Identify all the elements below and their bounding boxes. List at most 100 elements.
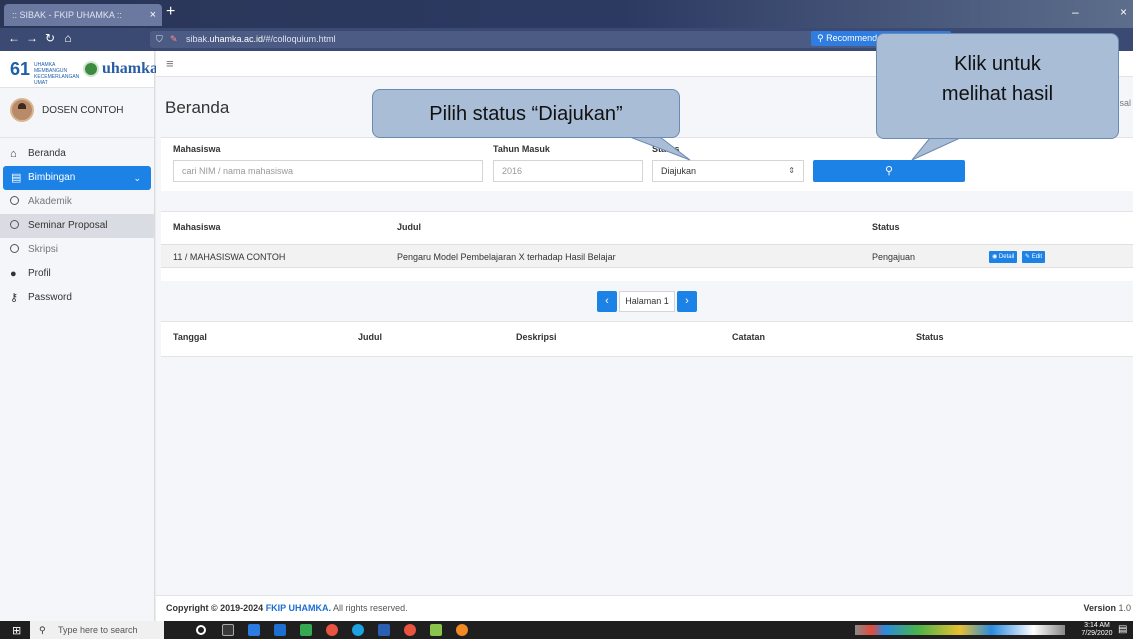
app-icon[interactable] — [430, 624, 442, 636]
forward-icon[interactable]: → — [24, 31, 40, 45]
logo-name: uhamka — [102, 60, 159, 77]
chrome-icon[interactable] — [326, 624, 338, 636]
insecure-lock-icon: ✎ — [170, 34, 178, 44]
edge-icon[interactable] — [352, 624, 364, 636]
next-page-button[interactable]: › — [677, 291, 697, 312]
copyright-suffix: All rights reserved. — [333, 603, 408, 613]
back-icon[interactable]: ← — [6, 31, 22, 45]
user-icon: ● — [10, 268, 17, 280]
close-tab-icon[interactable]: × — [150, 4, 156, 26]
sidebar-menu: ⌂ Beranda ▤ Bimbingan ⌄ Akademik Seminar… — [0, 142, 154, 310]
brand-logo[interactable]: 61 UHAMKA MEMBANGUN KECEMERLANGAN UMAT u… — [0, 51, 158, 88]
reload-icon[interactable]: ↻ — [42, 31, 58, 45]
cell-status: Pengajuan — [872, 252, 916, 262]
shield-icon: ⛉ — [156, 34, 163, 44]
page-title: Beranda — [165, 98, 230, 117]
tahun-masuk-input[interactable]: 2016 — [493, 160, 643, 182]
file-explorer-icon[interactable] — [248, 624, 260, 636]
home-browser-icon[interactable]: ⌂ — [60, 31, 76, 45]
select-arrows-icon: ⇕ — [788, 166, 795, 175]
search-button[interactable]: ⚲ — [813, 160, 965, 182]
taskbar: ⊞ ⚲ Type here to search 3:14 AM 7/29/202… — [0, 621, 1133, 639]
status-selected-value: Diajukan — [661, 166, 697, 176]
tahun-masuk-label: Tahun Masuk — [493, 144, 550, 154]
column-header-tanggal: Tanggal — [173, 332, 207, 342]
key-icon: ⚷ — [10, 292, 19, 304]
search-icon: ⚲ — [39, 625, 46, 635]
footer: Copyright © 2019-2024 FKIP UHAMKA. All r… — [156, 595, 1133, 621]
sidebar: 61 UHAMKA MEMBANGUN KECEMERLANGAN UMAT u… — [0, 51, 158, 621]
sidebar-item-label: Bimbingan — [28, 172, 76, 183]
user-name: DOSEN CONTOH — [42, 105, 124, 116]
system-tray[interactable] — [855, 625, 1065, 635]
column-header-catatan: Catatan — [732, 332, 766, 342]
new-tab-button[interactable]: + — [166, 3, 175, 21]
callout-status-text: Pilih status “Diajukan” — [429, 103, 623, 125]
browser-tab[interactable]: :: SIBAK - FKIP UHAMKA :: × — [4, 4, 162, 26]
sidebar-item-beranda[interactable]: ⌂ Beranda — [0, 142, 154, 166]
user-panel[interactable]: DOSEN CONTOH — [0, 88, 154, 138]
callout-click-search: Klik untuk melihat hasil — [876, 33, 1119, 139]
url-prefix: sibak. — [186, 34, 210, 44]
cortana-icon[interactable] — [196, 625, 206, 635]
version-value: 1.0 — [1118, 603, 1131, 613]
version-label: Version — [1083, 603, 1116, 613]
edit-button[interactable]: ✎ Edit — [1022, 251, 1046, 263]
notification-icon[interactable]: ▤ — [1118, 624, 1127, 635]
clock-time: 3:14 AM — [1084, 622, 1110, 629]
windows-start-icon[interactable]: ⊞ — [12, 624, 21, 637]
history-table: Tanggal Judul Deskripsi Catatan Status — [161, 321, 1133, 357]
tahun-masuk-placeholder: 2016 — [502, 166, 523, 176]
mahasiswa-search-input[interactable]: cari NIM / nama mahasiswa — [173, 160, 483, 182]
firefox-icon[interactable] — [456, 624, 468, 636]
search-icon: ⚲ — [884, 165, 894, 177]
footer-org-link[interactable]: FKIP UHAMKA. — [266, 603, 331, 613]
callout-search-line1: Klik untuk — [954, 53, 1041, 75]
page-label: Halaman 1 — [619, 291, 675, 312]
column-header-mahasiswa: Mahasiswa — [173, 222, 221, 232]
cell-judul: Pengaru Model Pembelajaran X terhadap Ha… — [397, 252, 616, 262]
sidebar-item-bimbingan[interactable]: ▤ Bimbingan ⌄ — [3, 166, 151, 190]
app-icon[interactable] — [300, 624, 312, 636]
word-icon[interactable] — [378, 624, 390, 636]
copyright: Copyright © 2019-2024 FKIP UHAMKA. All r… — [166, 603, 408, 613]
mahasiswa-placeholder: cari NIM / nama mahasiswa — [182, 166, 294, 176]
mahasiswa-label: Mahasiswa — [173, 144, 221, 154]
taskbar-search[interactable]: ⚲ Type here to search — [30, 621, 164, 639]
task-view-icon[interactable] — [222, 624, 234, 636]
taskbar-search-placeholder: Type here to search — [58, 625, 138, 635]
callout-select-status: Pilih status “Diajukan” — [372, 89, 680, 138]
detail-label: Detail — [998, 254, 1015, 260]
opera-icon[interactable] — [404, 624, 416, 636]
status-select[interactable]: Diajukan ⇕ — [652, 160, 804, 182]
callout-search-line2: melihat hasil — [941, 83, 1054, 105]
sidebar-item-label: Seminar Proposal — [28, 220, 108, 231]
browser-tab-bar: :: SIBAK - FKIP UHAMKA :: × + – × — [0, 0, 1133, 28]
sidebar-item-profil[interactable]: ● Profil — [0, 262, 154, 286]
lightbulb-icon: ⚲ — [817, 33, 824, 43]
sidebar-item-label: Beranda — [28, 148, 66, 159]
sidebar-item-password[interactable]: ⚷ Password — [0, 286, 154, 310]
close-window-icon[interactable]: × — [1120, 5, 1127, 19]
sidebar-item-label: Akademik — [28, 196, 72, 207]
sidebar-item-seminar-proposal[interactable]: Seminar Proposal — [0, 214, 154, 238]
sidebar-item-label: Profil — [28, 268, 51, 279]
prev-page-button[interactable]: ‹ — [597, 291, 617, 312]
column-header-status: Status — [872, 222, 900, 232]
hamburger-menu-icon[interactable]: ≡ — [166, 56, 174, 71]
column-header-deskripsi: Deskripsi — [516, 332, 557, 342]
sidebar-item-skripsi[interactable]: Skripsi — [0, 238, 154, 262]
clock-date: 7/29/2020 — [1081, 630, 1113, 637]
circle-icon — [10, 238, 19, 262]
circle-icon — [10, 190, 19, 214]
chevron-down-icon: ⌄ — [133, 173, 141, 183]
detail-button[interactable]: ◉ Detail — [989, 251, 1018, 263]
avatar — [10, 98, 34, 122]
minimize-icon[interactable]: – — [1072, 5, 1079, 19]
sidebar-item-akademik[interactable]: Akademik — [0, 190, 154, 214]
mail-icon[interactable] — [274, 624, 286, 636]
clock[interactable]: 3:14 AM 7/29/2020 — [1080, 622, 1114, 638]
sidebar-item-label: Password — [28, 292, 72, 303]
column-header-status: Status — [916, 332, 944, 342]
breadcrumb: sal — [1119, 98, 1131, 108]
